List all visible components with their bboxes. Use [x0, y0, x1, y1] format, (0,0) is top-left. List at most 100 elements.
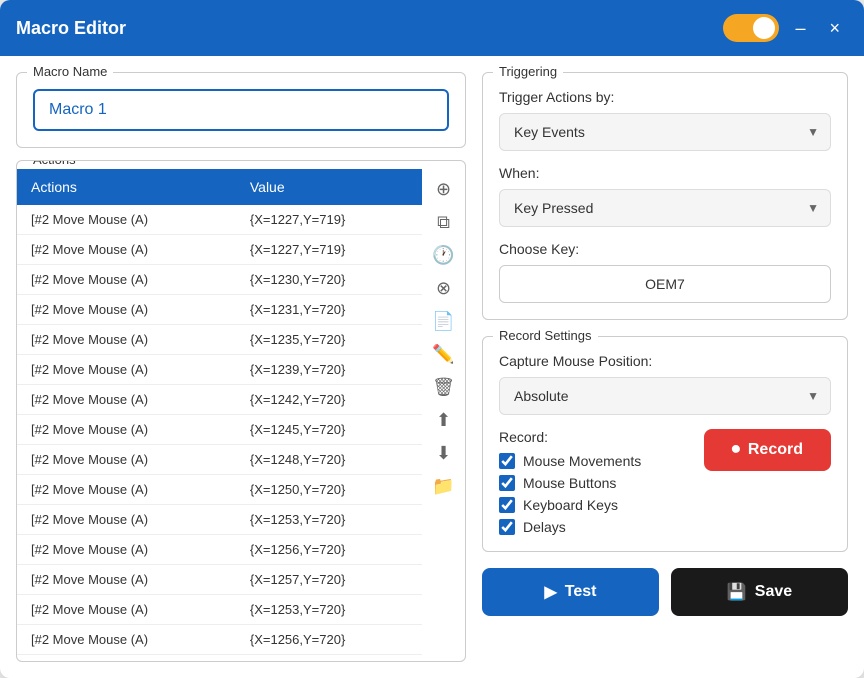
- value-cell: {X=1250,Y=720}: [236, 475, 422, 505]
- actions-label: Actions: [27, 160, 82, 167]
- capture-select-wrapper: Absolute Relative ▼: [499, 377, 831, 415]
- table-header-row: Actions Value: [17, 169, 422, 205]
- value-cell: {X=1242,Y=720}: [236, 385, 422, 415]
- table-row[interactable]: [#2 Move Mouse (A){X=1242,Y=720}: [17, 385, 422, 415]
- trigger-actions-by-label: Trigger Actions by:: [499, 89, 831, 105]
- delete-button[interactable]: 🗑: [428, 373, 459, 402]
- move-down-button[interactable]: ⬇: [432, 439, 455, 468]
- action-cell: [#2 Move Mouse (A): [17, 385, 236, 415]
- table-row[interactable]: [#2 Move Mouse (A){X=1253,Y=720}: [17, 595, 422, 625]
- value-cell: {X=1256,Y=720}: [236, 535, 422, 565]
- trigger-actions-by-group: Trigger Actions by: Key Events Mouse Eve…: [499, 89, 831, 151]
- action-cell: [#2 Move Mouse (A): [17, 505, 236, 535]
- value-cell: {X=1257,Y=720}: [236, 655, 422, 662]
- checkbox-keyboard-keys-input[interactable]: [499, 497, 515, 513]
- table-row[interactable]: [#2 Move Mouse (A){X=1239,Y=720}: [17, 355, 422, 385]
- action-cell: [#2 Move Mouse (A): [17, 565, 236, 595]
- table-row[interactable]: [#2 Move Mouse (A){X=1231,Y=720}: [17, 295, 422, 325]
- capture-mouse-label: Capture Mouse Position:: [499, 353, 831, 369]
- value-cell: {X=1230,Y=720}: [236, 265, 422, 295]
- checkbox-mouse-movements-input[interactable]: [499, 453, 515, 469]
- record-icon: ⏺: [732, 441, 740, 459]
- checkbox-mouse-buttons[interactable]: Mouse Buttons: [499, 475, 641, 491]
- test-button[interactable]: ▶ Test: [482, 568, 659, 616]
- save-label: Save: [755, 583, 792, 601]
- value-cell: {X=1248,Y=720}: [236, 445, 422, 475]
- value-cell: {X=1245,Y=720}: [236, 415, 422, 445]
- value-cell: {X=1257,Y=720}: [236, 565, 422, 595]
- left-panel: Macro Name Actions Actions Value: [16, 72, 466, 662]
- value-cell: {X=1253,Y=720}: [236, 595, 422, 625]
- table-row[interactable]: [#2 Move Mouse (A){X=1245,Y=720}: [17, 415, 422, 445]
- table-row[interactable]: [#2 Move Mouse (A){X=1257,Y=720}: [17, 565, 422, 595]
- test-icon: ▶: [544, 582, 556, 602]
- table-row[interactable]: [#2 Move Mouse (A){X=1250,Y=720}: [17, 475, 422, 505]
- record-button[interactable]: ⏺ Record: [704, 429, 831, 471]
- choose-key-group: Choose Key:: [499, 241, 831, 303]
- value-cell: {X=1227,Y=719}: [236, 235, 422, 265]
- action-cell: [#2 Move Mouse (A): [17, 325, 236, 355]
- copy-action-button[interactable]: ⧉: [433, 208, 454, 237]
- close-button[interactable]: ×: [821, 15, 848, 41]
- trigger-select[interactable]: Key Events Mouse Events Window Events: [499, 113, 831, 151]
- bottom-buttons: ▶ Test 💾 Save: [482, 568, 848, 616]
- checkbox-delays[interactable]: Delays: [499, 519, 641, 535]
- action-cell: [#2 Move Mouse (A): [17, 475, 236, 505]
- action-cell: [#2 Move Mouse (A): [17, 655, 236, 662]
- triggering-label: Triggering: [493, 64, 563, 79]
- checkbox-mouse-buttons-input[interactable]: [499, 475, 515, 491]
- table-row[interactable]: [#2 Move Mouse (A){X=1230,Y=720}: [17, 265, 422, 295]
- titlebar-controls: – ×: [723, 14, 848, 42]
- edit-button[interactable]: ✏️: [428, 340, 458, 369]
- checkbox-group: Mouse Movements Mouse Buttons Keyboard K…: [499, 453, 641, 535]
- action-cell: [#2 Move Mouse (A): [17, 235, 236, 265]
- value-cell: {X=1231,Y=720}: [236, 295, 422, 325]
- table-row[interactable]: [#2 Move Mouse (A){X=1256,Y=720}: [17, 625, 422, 655]
- table-row[interactable]: [#2 Move Mouse (A){X=1227,Y=719}: [17, 205, 422, 235]
- table-row[interactable]: [#2 Move Mouse (A){X=1248,Y=720}: [17, 445, 422, 475]
- choose-key-input[interactable]: [499, 265, 831, 303]
- content-area: Macro Name Actions Actions Value: [0, 56, 864, 678]
- folder-add-button[interactable]: 📁: [428, 472, 458, 501]
- actions-table-wrap[interactable]: Actions Value [#2 Move Mouse (A){X=1227,…: [17, 169, 422, 661]
- when-select[interactable]: Key Pressed Key Released Key Held: [499, 189, 831, 227]
- remove-button[interactable]: ⊗: [432, 274, 455, 303]
- when-select-wrapper: Key Pressed Key Released Key Held ▼: [499, 189, 831, 227]
- triggering-section: Triggering Trigger Actions by: Key Event…: [482, 72, 848, 320]
- checkbox-keyboard-keys-label: Keyboard Keys: [523, 497, 618, 513]
- macro-name-input[interactable]: [33, 89, 449, 131]
- value-cell: {X=1256,Y=720}: [236, 625, 422, 655]
- capture-select[interactable]: Absolute Relative: [499, 377, 831, 415]
- checkbox-keyboard-keys[interactable]: Keyboard Keys: [499, 497, 641, 513]
- action-cell: [#2 Move Mouse (A): [17, 445, 236, 475]
- table-row[interactable]: [#2 Move Mouse (A){X=1256,Y=720}: [17, 535, 422, 565]
- value-cell: {X=1239,Y=720}: [236, 355, 422, 385]
- action-cell: [#2 Move Mouse (A): [17, 205, 236, 235]
- main-window: Macro Editor – × Macro Name Actions: [0, 0, 864, 678]
- table-row[interactable]: [#2 Move Mouse (A){X=1257,Y=720}: [17, 655, 422, 662]
- file-button[interactable]: 📄: [428, 307, 458, 336]
- macro-name-label: Macro Name: [27, 64, 113, 79]
- value-cell: {X=1235,Y=720}: [236, 325, 422, 355]
- action-cell: [#2 Move Mouse (A): [17, 265, 236, 295]
- table-row[interactable]: [#2 Move Mouse (A){X=1253,Y=720}: [17, 505, 422, 535]
- table-row[interactable]: [#2 Move Mouse (A){X=1227,Y=719}: [17, 235, 422, 265]
- minimize-button[interactable]: –: [787, 15, 813, 41]
- choose-key-label: Choose Key:: [499, 241, 831, 257]
- trigger-select-wrapper: Key Events Mouse Events Window Events ▼: [499, 113, 831, 151]
- checkbox-mouse-movements[interactable]: Mouse Movements: [499, 453, 641, 469]
- move-up-button[interactable]: ⬆: [432, 406, 455, 435]
- checkbox-mouse-buttons-label: Mouse Buttons: [523, 475, 616, 491]
- value-cell: {X=1253,Y=720}: [236, 505, 422, 535]
- table-row[interactable]: [#2 Move Mouse (A){X=1235,Y=720}: [17, 325, 422, 355]
- window-title: Macro Editor: [16, 18, 126, 39]
- save-button[interactable]: 💾 Save: [671, 568, 848, 616]
- action-cell: [#2 Move Mouse (A): [17, 625, 236, 655]
- action-cell: [#2 Move Mouse (A): [17, 295, 236, 325]
- checkboxes-area: Record: Mouse Movements Mouse Buttons: [499, 429, 641, 535]
- add-action-button[interactable]: ⊕: [432, 175, 455, 204]
- clock-button[interactable]: 🕐: [428, 241, 458, 270]
- toggle-switch[interactable]: [723, 14, 779, 42]
- checkbox-delays-input[interactable]: [499, 519, 515, 535]
- record-label-text: Record: [748, 441, 803, 459]
